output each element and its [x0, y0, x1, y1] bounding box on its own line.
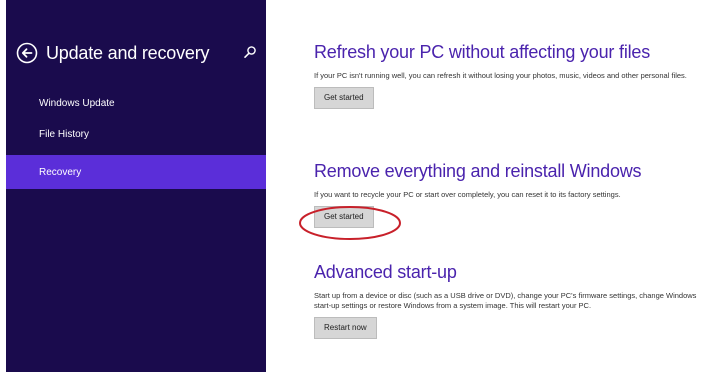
section-title: Advanced start-up	[314, 262, 457, 282]
section-description: Start up from a device or disc (such as …	[314, 291, 697, 310]
reset-section: Remove everything and reinstall Windows …	[314, 161, 714, 228]
section-description: If you want to recycle your PC or start …	[314, 190, 621, 199]
sidebar: Update and recovery Windows Update File …	[6, 0, 266, 372]
section-description: If your PC isn't running well, you can r…	[314, 71, 687, 80]
sidebar-item-file-history[interactable]: File History	[6, 117, 266, 151]
sidebar-title: Update and recovery	[46, 42, 210, 63]
sidebar-item-label: Recovery	[39, 166, 82, 178]
refresh-get-started-button[interactable]: Get started	[314, 87, 374, 109]
section-title: Refresh your PC without affecting your f…	[314, 42, 651, 62]
sidebar-header: Update and recovery	[16, 40, 261, 66]
sidebar-item-label: File History	[39, 128, 90, 140]
sidebar-item-recovery[interactable]: Recovery	[6, 155, 266, 189]
refresh-section: Refresh your PC without affecting your f…	[314, 42, 714, 109]
sidebar-item-windows-update[interactable]: Windows Update	[6, 86, 266, 120]
reset-get-started-button[interactable]: Get started	[314, 206, 374, 228]
back-arrow-icon[interactable]	[16, 42, 38, 64]
section-title: Remove everything and reinstall Windows	[314, 161, 642, 181]
restart-now-button[interactable]: Restart now	[314, 317, 377, 339]
advanced-startup-section: Advanced start-up Start up from a device…	[314, 262, 714, 339]
sidebar-item-label: Windows Update	[39, 97, 115, 109]
search-icon[interactable]	[243, 45, 257, 59]
main-content: Refresh your PC without affecting your f…	[266, 0, 715, 372]
